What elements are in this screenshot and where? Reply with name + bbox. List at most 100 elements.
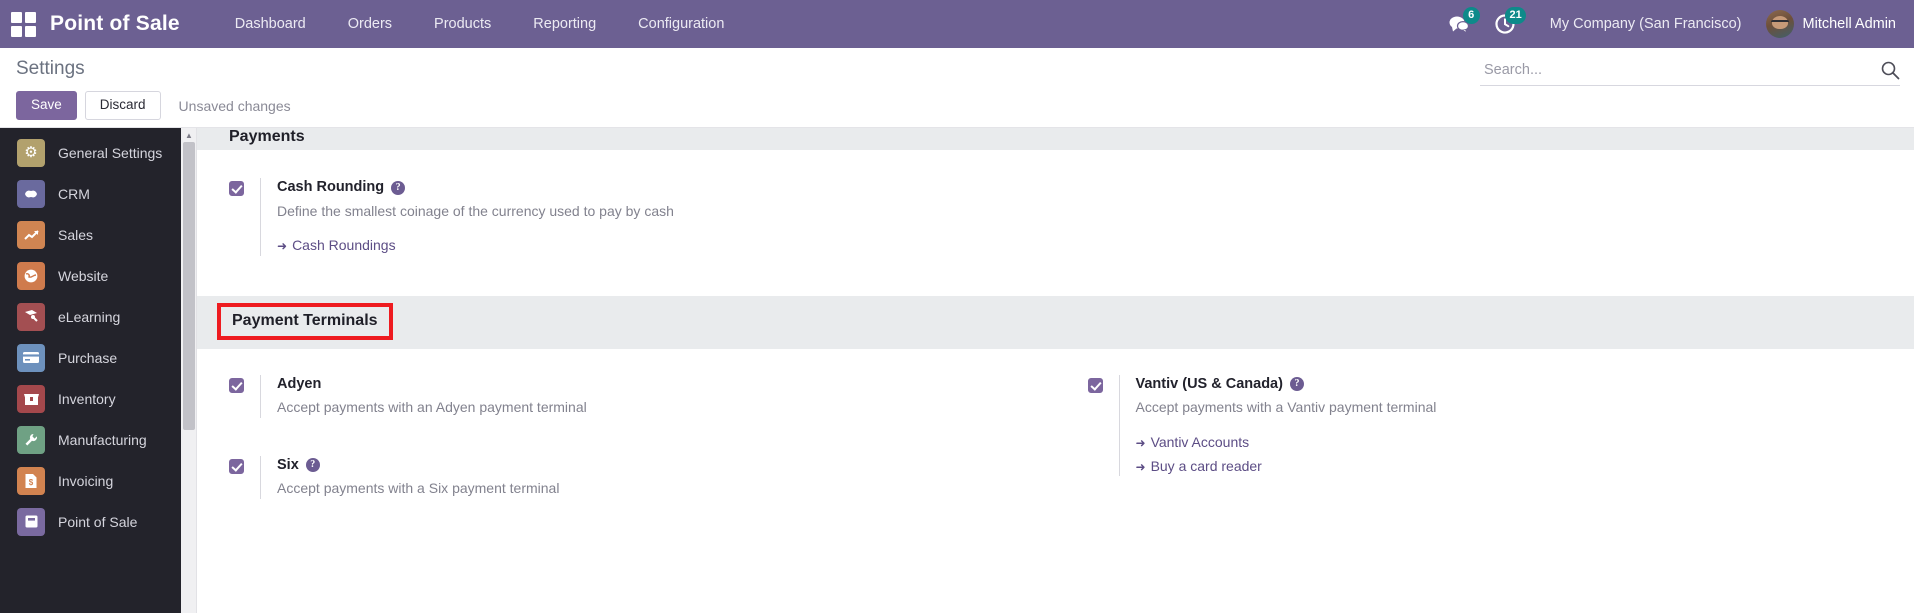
- main-menu: Dashboard Orders Products Reporting Conf…: [214, 0, 746, 48]
- link-label: Cash Roundings: [292, 237, 396, 254]
- six-checkbox[interactable]: [229, 458, 244, 474]
- search-bar: [1480, 60, 1900, 86]
- divider: [260, 178, 261, 256]
- menu-item-configuration[interactable]: Configuration: [617, 0, 745, 48]
- menu-item-dashboard[interactable]: Dashboard: [214, 0, 327, 48]
- help-icon[interactable]: ?: [1289, 377, 1304, 392]
- menu-item-orders[interactable]: Orders: [327, 0, 413, 48]
- payments-settings-grid: Cash Rounding ? Define the smallest coin…: [197, 150, 1914, 270]
- discard-button[interactable]: Discard: [84, 91, 161, 121]
- setting-description: Accept payments with a Six payment termi…: [277, 480, 560, 497]
- sidebar-item-label: Manufacturing: [58, 431, 147, 448]
- box-icon: [17, 384, 45, 413]
- sidebar-item-invoicing[interactable]: $ Invoicing: [0, 460, 181, 501]
- setting-body: Six ? Accept payments with a Six payment…: [277, 456, 1032, 499]
- divider: [260, 374, 261, 418]
- section-title: Payment Terminals: [232, 311, 378, 329]
- sidebar-item-inventory[interactable]: Inventory: [0, 378, 181, 419]
- company-switcher[interactable]: My Company (San Francisco): [1528, 16, 1758, 32]
- invoice-dollar-icon: $: [17, 466, 45, 495]
- setting-label: Cash Rounding: [277, 179, 385, 195]
- control-panel: Settings Save Discard Unsaved changes: [0, 48, 1914, 128]
- setting-body: Cash Rounding ? Define the smallest coin…: [277, 178, 1032, 256]
- sidebar-item-label: Sales: [58, 226, 94, 243]
- payments-left-column: Cash Rounding ? Define the smallest coin…: [197, 178, 1056, 270]
- svg-text:$: $: [29, 478, 34, 487]
- section-header-payment-terminals: Payment Terminals: [197, 295, 1914, 349]
- arrow-right-icon: ➜: [277, 239, 288, 254]
- setting-body: Vantiv (US & Canada) ? Accept payments w…: [1136, 375, 1891, 477]
- wrench-icon: [17, 425, 45, 454]
- terminals-right-column: Vantiv (US & Canada) ? Accept payments w…: [1056, 374, 1914, 527]
- navbar-right-tools: 6 21 My Company (San Francisco) Mitchell…: [1436, 0, 1900, 48]
- help-icon[interactable]: ?: [391, 180, 406, 195]
- link-cash-roundings[interactable]: ➜ Cash Roundings: [277, 235, 1032, 255]
- setting-title: Adyen: [277, 375, 1032, 395]
- section-title: Payments: [229, 128, 305, 145]
- link-vantiv-accounts[interactable]: ➜ Vantiv Accounts: [1136, 432, 1891, 452]
- scroll-up-arrow[interactable]: ▲: [181, 128, 197, 142]
- action-buttons: Save Discard Unsaved changes: [14, 91, 1900, 121]
- sidebar-item-manufacturing[interactable]: Manufacturing: [0, 419, 181, 460]
- app-brand-title[interactable]: Point of Sale: [50, 12, 180, 36]
- sidebar-item-label: eLearning: [58, 308, 121, 325]
- setting-title: Six ?: [277, 456, 1032, 476]
- settings-scrollbar[interactable]: ▲: [181, 128, 197, 613]
- setting-label: Six: [277, 456, 299, 473]
- setting-description: Accept payments with an Adyen payment te…: [277, 399, 587, 416]
- globe-icon: [17, 261, 45, 290]
- setting-cash-rounding: Cash Rounding ? Define the smallest coin…: [229, 178, 1032, 256]
- user-name-label: Mitchell Admin: [1802, 16, 1896, 32]
- user-menu[interactable]: Mitchell Admin: [1758, 0, 1900, 48]
- sidebar-item-point-of-sale[interactable]: Point of Sale: [0, 501, 181, 542]
- sidebar-item-general-settings[interactable]: ⚙ General Settings: [0, 132, 181, 173]
- link-buy-a-card-reader[interactable]: ➜ Buy a card reader: [1136, 456, 1891, 476]
- payment-terminals-grid: Adyen Accept payments with an Adyen paym…: [197, 349, 1914, 527]
- vantiv-checkbox[interactable]: [1087, 377, 1103, 393]
- sidebar-item-sales[interactable]: Sales: [0, 214, 181, 255]
- adyen-checkbox[interactable]: [229, 377, 244, 393]
- annotation-highlight-box: Payment Terminals: [217, 302, 393, 340]
- sidebar-item-label: CRM: [58, 185, 90, 202]
- sidebar-item-purchase[interactable]: Purchase: [0, 337, 181, 378]
- menu-item-reporting[interactable]: Reporting: [512, 0, 617, 48]
- messages-badge: 6: [1462, 7, 1480, 24]
- setting-body: Adyen Accept payments with an Adyen paym…: [277, 375, 1032, 418]
- sidebar-item-label: Purchase: [58, 349, 118, 366]
- scrollbar-thumb[interactable]: [183, 142, 195, 430]
- pos-icon: [17, 507, 45, 536]
- sidebar-item-crm[interactable]: CRM: [0, 173, 181, 214]
- sidebar-item-label: Point of Sale: [58, 513, 138, 530]
- top-navbar: Point of Sale Dashboard Orders Products …: [0, 0, 1914, 48]
- search-input[interactable]: [1480, 60, 1880, 80]
- setting-title: Vantiv (US & Canada) ?: [1136, 375, 1891, 395]
- cash-rounding-checkbox[interactable]: [229, 181, 244, 196]
- messages-button[interactable]: 6: [1436, 0, 1482, 48]
- search-icon[interactable]: [1880, 60, 1900, 80]
- activities-button[interactable]: 21: [1482, 0, 1528, 48]
- settings-content: Payments Cash Rounding ? Define the smal…: [197, 128, 1914, 613]
- setting-description: Accept payments with a Vantiv payment te…: [1135, 399, 1437, 416]
- help-icon[interactable]: ?: [305, 458, 320, 473]
- setting-adyen: Adyen Accept payments with an Adyen paym…: [229, 374, 1032, 418]
- credit-card-icon: [17, 343, 45, 372]
- apps-grid-icon[interactable]: [10, 11, 36, 37]
- setting-vantiv: Vantiv (US & Canada) ? Accept payments w…: [1087, 374, 1891, 477]
- arrow-right-icon: ➜: [1135, 435, 1146, 450]
- sidebar-item-elearning[interactable]: eLearning: [0, 296, 181, 337]
- menu-item-products[interactable]: Products: [413, 0, 512, 48]
- handshake-icon: [17, 179, 45, 208]
- sidebar-item-website[interactable]: Website: [0, 255, 181, 296]
- arrow-right-icon: ➜: [1135, 460, 1146, 475]
- save-button[interactable]: Save: [16, 91, 77, 121]
- link-label: Vantiv Accounts: [1150, 433, 1250, 450]
- gear-icon: ⚙: [17, 138, 45, 167]
- setting-title: Cash Rounding ?: [277, 178, 1032, 198]
- sidebar-item-label: General Settings: [58, 144, 163, 161]
- graduation-icon: [17, 302, 45, 331]
- chart-arrow-icon: [17, 220, 45, 249]
- terminals-left-column: Adyen Accept payments with an Adyen paym…: [197, 374, 1056, 527]
- setting-description: Define the smallest coinage of the curre…: [277, 202, 674, 219]
- section-header-payments: Payments: [197, 128, 1914, 150]
- settings-sidebar: ⚙ General Settings CRM Sales Website eLe…: [0, 128, 181, 613]
